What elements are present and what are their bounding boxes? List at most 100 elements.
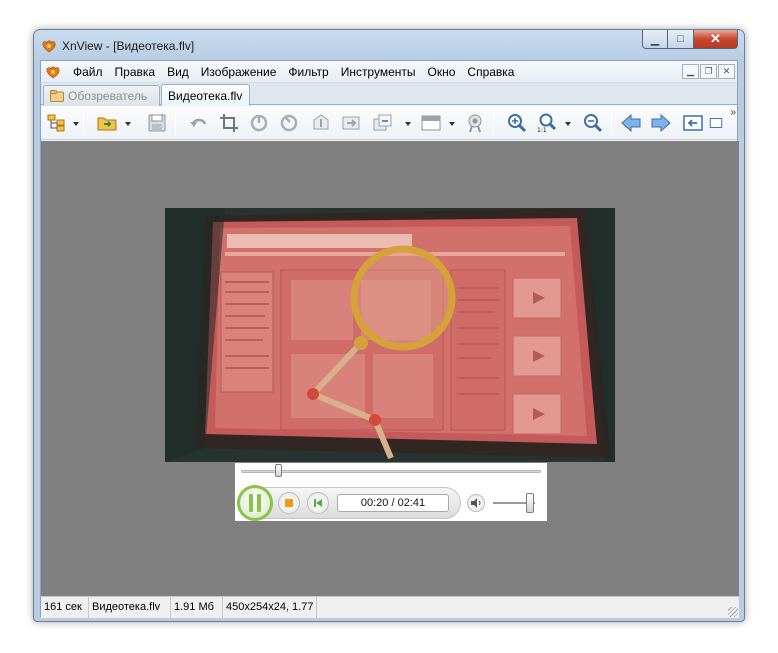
seek-thumb[interactable]	[275, 464, 283, 477]
view-mode-icon	[421, 115, 441, 131]
status-dimensions: 450x254x24, 1.77	[223, 597, 317, 618]
convert-button[interactable]	[339, 112, 363, 134]
svg-text:1:1: 1:1	[537, 127, 547, 133]
status-filesize: 1.91 Мб	[171, 597, 223, 618]
open-folder-icon	[97, 117, 117, 131]
resize-grip[interactable]	[728, 607, 738, 617]
client-area: Файл Правка Вид Изображение Фильтр Инстр…	[40, 60, 739, 618]
toolbar: 1:1 »	[41, 106, 737, 140]
window-title: XnView - [Видеотека.flv]	[62, 39, 195, 53]
skip-back-icon	[314, 499, 322, 507]
batch-dropdown-arrow[interactable]	[405, 122, 411, 126]
tab-browser-label: Обозреватель	[68, 89, 148, 103]
time-display: 00:20 / 02:41	[337, 494, 449, 512]
menu-filter[interactable]: Фильтр	[282, 61, 334, 83]
menu-bar: Файл Правка Вид Изображение Фильтр Инстр…	[41, 61, 737, 83]
browser-tree-icon	[47, 114, 65, 132]
video-frame[interactable]	[165, 208, 615, 462]
seek-bar[interactable]	[241, 470, 541, 473]
minimize-button[interactable]: ▁	[642, 30, 668, 49]
browser-tree-button[interactable]	[45, 112, 69, 134]
tab-video-label: Видеотека.flv	[168, 88, 243, 103]
status-bar: 161 сек Видеотека.flv 1.91 Мб 450x254x24…	[41, 596, 739, 618]
save-icon	[148, 114, 166, 132]
undo-button[interactable]	[187, 112, 211, 134]
browser-tab-icon	[50, 90, 64, 102]
view-mode-button[interactable]	[419, 112, 443, 134]
status-filename: Видеотека.flv	[89, 597, 171, 618]
stop-button[interactable]	[278, 492, 300, 514]
rotate-left-button[interactable]	[247, 112, 271, 134]
undo-icon	[190, 118, 207, 127]
save-button[interactable]	[145, 112, 169, 134]
stop-icon	[285, 499, 293, 507]
exit-icon	[709, 118, 723, 128]
open-button[interactable]	[95, 112, 119, 134]
menu-tools[interactable]: Инструменты	[335, 61, 422, 83]
browser-dropdown-arrow[interactable]	[73, 122, 79, 126]
title-bar[interactable]: XnView - [Видеотека.flv] ▁ □ ✕	[34, 30, 744, 60]
player-controls: 00:20 / 02:41	[235, 463, 547, 521]
open-dropdown-arrow[interactable]	[125, 122, 131, 126]
mdi-minimize-button[interactable]: ▁	[682, 64, 699, 79]
speaker-icon	[471, 498, 481, 508]
convert-icon	[342, 116, 360, 130]
mdi-close-button[interactable]: ✕	[718, 64, 735, 79]
crop-button[interactable]	[217, 112, 241, 134]
menu-edit[interactable]: Правка	[109, 61, 162, 83]
caption-buttons: ▁ □ ✕	[642, 30, 738, 49]
pause-icon	[247, 494, 263, 512]
tab-video[interactable]: Видеотека.flv	[161, 84, 250, 106]
settings-button[interactable]	[463, 112, 487, 134]
zoom-in-button[interactable]	[505, 112, 529, 134]
tab-bar: Обозреватель Видеотека.flv	[41, 83, 737, 106]
batch-icon	[373, 114, 392, 131]
mdi-restore-button[interactable]: ❐	[700, 64, 717, 79]
zoom-out-icon	[584, 114, 603, 133]
zoom-dropdown-arrow[interactable]	[565, 122, 571, 126]
menu-image[interactable]: Изображение	[195, 61, 283, 83]
maximize-button[interactable]: □	[668, 30, 694, 49]
flip-icon	[313, 114, 329, 130]
zoom-actual-icon: 1:1	[537, 113, 557, 133]
rotate-left-icon	[250, 114, 268, 132]
toolbar-separator	[175, 112, 176, 136]
volume-thumb[interactable]	[526, 493, 534, 513]
settings-icon	[468, 114, 482, 133]
document-menu-icon[interactable]	[45, 65, 61, 79]
view-mode-dropdown-arrow[interactable]	[449, 122, 455, 126]
volume-button[interactable]	[467, 494, 485, 512]
toolbar-separator	[611, 112, 612, 136]
previous-icon	[621, 113, 641, 133]
pause-button[interactable]	[237, 485, 273, 521]
xnview-logo-icon	[42, 40, 56, 53]
menu-help[interactable]: Справка	[461, 61, 520, 83]
fullscreen-button[interactable]	[681, 112, 705, 134]
rewind-button[interactable]	[307, 492, 329, 514]
close-icon: ✕	[710, 31, 721, 46]
status-duration: 161 сек	[41, 597, 89, 618]
batch-button[interactable]	[371, 112, 395, 134]
tab-browser[interactable]: Обозреватель	[43, 85, 160, 106]
next-button[interactable]	[649, 112, 673, 134]
app-window: XnView - [Видеотека.flv] ▁ □ ✕ Файл Прав…	[33, 29, 745, 622]
previous-button[interactable]	[619, 112, 643, 134]
rotate-right-button[interactable]	[277, 112, 301, 134]
flip-button[interactable]	[309, 112, 333, 134]
minimize-icon: ▁	[650, 33, 660, 46]
exit-button[interactable]	[709, 112, 723, 134]
close-button[interactable]: ✕	[694, 30, 738, 49]
menu-view[interactable]: Вид	[161, 61, 195, 83]
crop-icon	[220, 114, 238, 132]
control-bar: 00:20 / 02:41	[237, 485, 541, 521]
menu-window[interactable]: Окно	[422, 61, 462, 83]
toolbar-overflow-icon[interactable]: »	[730, 107, 735, 118]
zoom-actual-button[interactable]: 1:1	[535, 112, 559, 134]
maximize-icon: □	[677, 33, 684, 45]
video-frame-image	[165, 208, 615, 462]
next-icon	[651, 113, 671, 133]
menu-file[interactable]: Файл	[67, 61, 109, 83]
mdi-buttons: ▁ ❐ ✕	[682, 64, 735, 79]
fullscreen-icon	[683, 115, 703, 131]
zoom-out-button[interactable]	[581, 112, 605, 134]
